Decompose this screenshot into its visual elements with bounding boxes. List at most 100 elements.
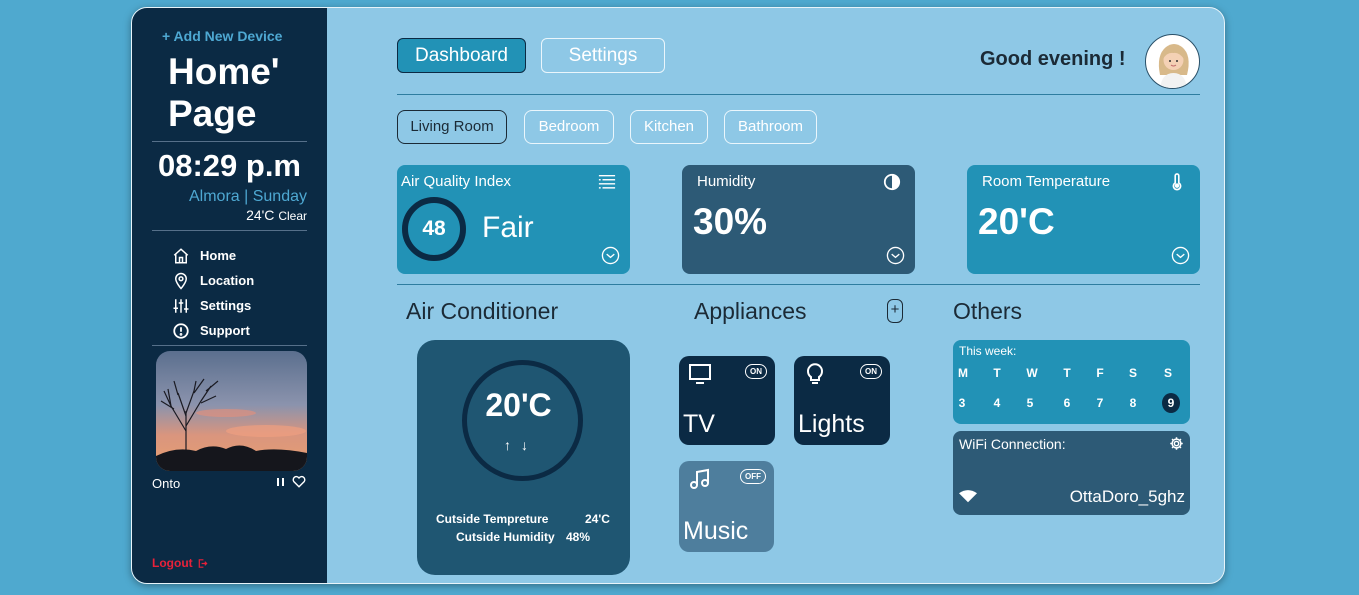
wifi-icon [959,490,977,503]
page-title: Home' Page [168,51,280,135]
ac-panel: 20'C ↑ ↓ Cutside Tempreture 24'C Cutside… [417,340,630,575]
sidebar-item-home[interactable]: Home [172,243,254,268]
add-device-link[interactable]: + Add New Device [162,28,282,44]
aqi-card: Air Quality Index 48 Fair [397,165,630,274]
status-badge[interactable]: OFF [740,469,766,484]
thermometer-icon[interactable] [1168,173,1186,191]
wifi-ssid: OttaDoro_5ghz [1069,487,1185,506]
aqi-status: Fair [482,211,534,244]
day-label: M [958,366,968,380]
date-cell[interactable]: 5 [1021,396,1039,410]
day-label: T [1063,366,1071,380]
logout-label: Logout [152,556,193,570]
sidebar: + Add New Device Home' Page 08:29 p.m Al… [132,8,327,583]
divider [397,94,1200,95]
weather-condition: Clear [278,209,307,223]
clock: 08:29 p.m [157,148,301,183]
section-title-ac: Air Conditioner [406,298,559,324]
date-cell-today[interactable]: 9 [1162,393,1180,413]
logout-icon [198,558,208,568]
room-temp-title: Room Temperature [982,173,1111,190]
sidebar-item-label: Location [200,273,255,288]
room-temp-card: Room Temperature 20'C [967,165,1200,274]
avatar[interactable] [1145,34,1200,89]
tab-dashboard[interactable]: Dashboard [397,38,526,73]
status-badge[interactable]: ON [860,364,882,379]
date-cell[interactable]: 7 [1091,396,1109,410]
sidebar-item-label: Home [200,248,237,263]
room-tab-bedroom[interactable]: Bedroom [524,110,614,144]
page-title-line2: Page [168,93,257,134]
room-tab-living-room[interactable]: Living Room [397,110,507,144]
alert-circle-icon [173,322,189,339]
greeting: Good evening ! [980,48,1126,70]
chevron-down-icon[interactable] [1171,246,1190,265]
add-appliance-button[interactable]: + [887,299,903,323]
week-title: This week: [959,344,1017,358]
appliance-music[interactable]: OFF Music [679,461,774,552]
weather-summary: 24'C Clear [246,207,307,223]
outside-humidity-value: 48% [566,530,591,544]
divider [152,141,307,142]
appliance-lights[interactable]: ON Lights [794,356,890,445]
date-cell[interactable]: 3 [953,396,971,410]
album-art-image [156,351,307,471]
tab-settings[interactable]: Settings [541,38,665,73]
section-title-appliances: Appliances [694,298,807,324]
date-cell[interactable]: 6 [1058,396,1076,410]
pause-icon[interactable] [276,477,286,487]
logout-button[interactable]: Logout [152,556,208,570]
lightbulb-icon [807,363,823,384]
divider [152,230,307,231]
outside-temp-label: Cutside Tempreture [436,512,549,526]
appliance-label: Lights [798,410,865,438]
aqi-title: Air Quality Index [401,173,512,190]
music-note-icon [690,468,709,489]
sidebar-item-label: Support [200,323,250,338]
aqi-gauge: 48 [402,197,466,261]
room-tab-bathroom[interactable]: Bathroom [724,110,817,144]
sliders-icon [173,298,189,313]
gear-icon[interactable] [1169,436,1184,451]
arrow-up-icon[interactable]: ↑ [504,437,511,453]
page-title-line1: Home' [168,51,280,92]
date-cell[interactable]: 8 [1124,396,1142,410]
wifi-card: WiFi Connection: OttaDoro_5ghz [953,431,1190,515]
appliance-label: TV [683,410,715,438]
monitor-icon [689,364,711,384]
ac-temperature: 20'C [485,387,552,423]
song-title: Onto [152,476,181,491]
room-tab-kitchen[interactable]: Kitchen [630,110,708,144]
location-pin-icon [174,272,188,290]
list-filter-icon[interactable] [598,173,616,191]
chevron-down-icon[interactable] [601,246,620,265]
aqi-value: 48 [422,217,446,240]
outside-humidity-label: Cutside Humidity [456,530,555,544]
sidebar-item-support[interactable]: Support [172,318,254,343]
humidity-card: Humidity 30% [682,165,915,274]
wifi-title: WiFi Connection: [959,436,1066,452]
arrow-down-icon[interactable]: ↓ [521,437,528,453]
heart-icon[interactable] [292,475,306,488]
appliance-tv[interactable]: ON TV [679,356,775,445]
divider [397,284,1200,285]
divider [152,345,307,346]
day-label: F [1096,366,1104,380]
app-window: + Add New Device Home' Page 08:29 p.m Al… [131,7,1225,584]
weather-temp: 24'C [246,207,275,223]
date-cell[interactable]: 4 [988,396,1006,410]
room-temp-value: 20'C [978,201,1055,242]
location-day: Almora | Sunday [189,188,307,205]
status-badge[interactable]: ON [745,364,767,379]
appliance-label: Music [683,517,749,545]
sidebar-item-settings[interactable]: Settings [172,293,254,318]
day-label: S [1163,366,1172,380]
day-label: S [1128,366,1137,380]
sidebar-item-location[interactable]: Location [172,268,254,293]
humidity-value: 30% [693,201,768,242]
sidebar-nav: Home Location Settings Support [172,243,254,343]
chevron-down-icon[interactable] [886,246,905,265]
home-icon [173,247,189,263]
half-drop-icon[interactable] [883,173,901,191]
week-calendar: This week: M T W T F S S 3 4 5 6 7 8 9 [953,340,1190,424]
